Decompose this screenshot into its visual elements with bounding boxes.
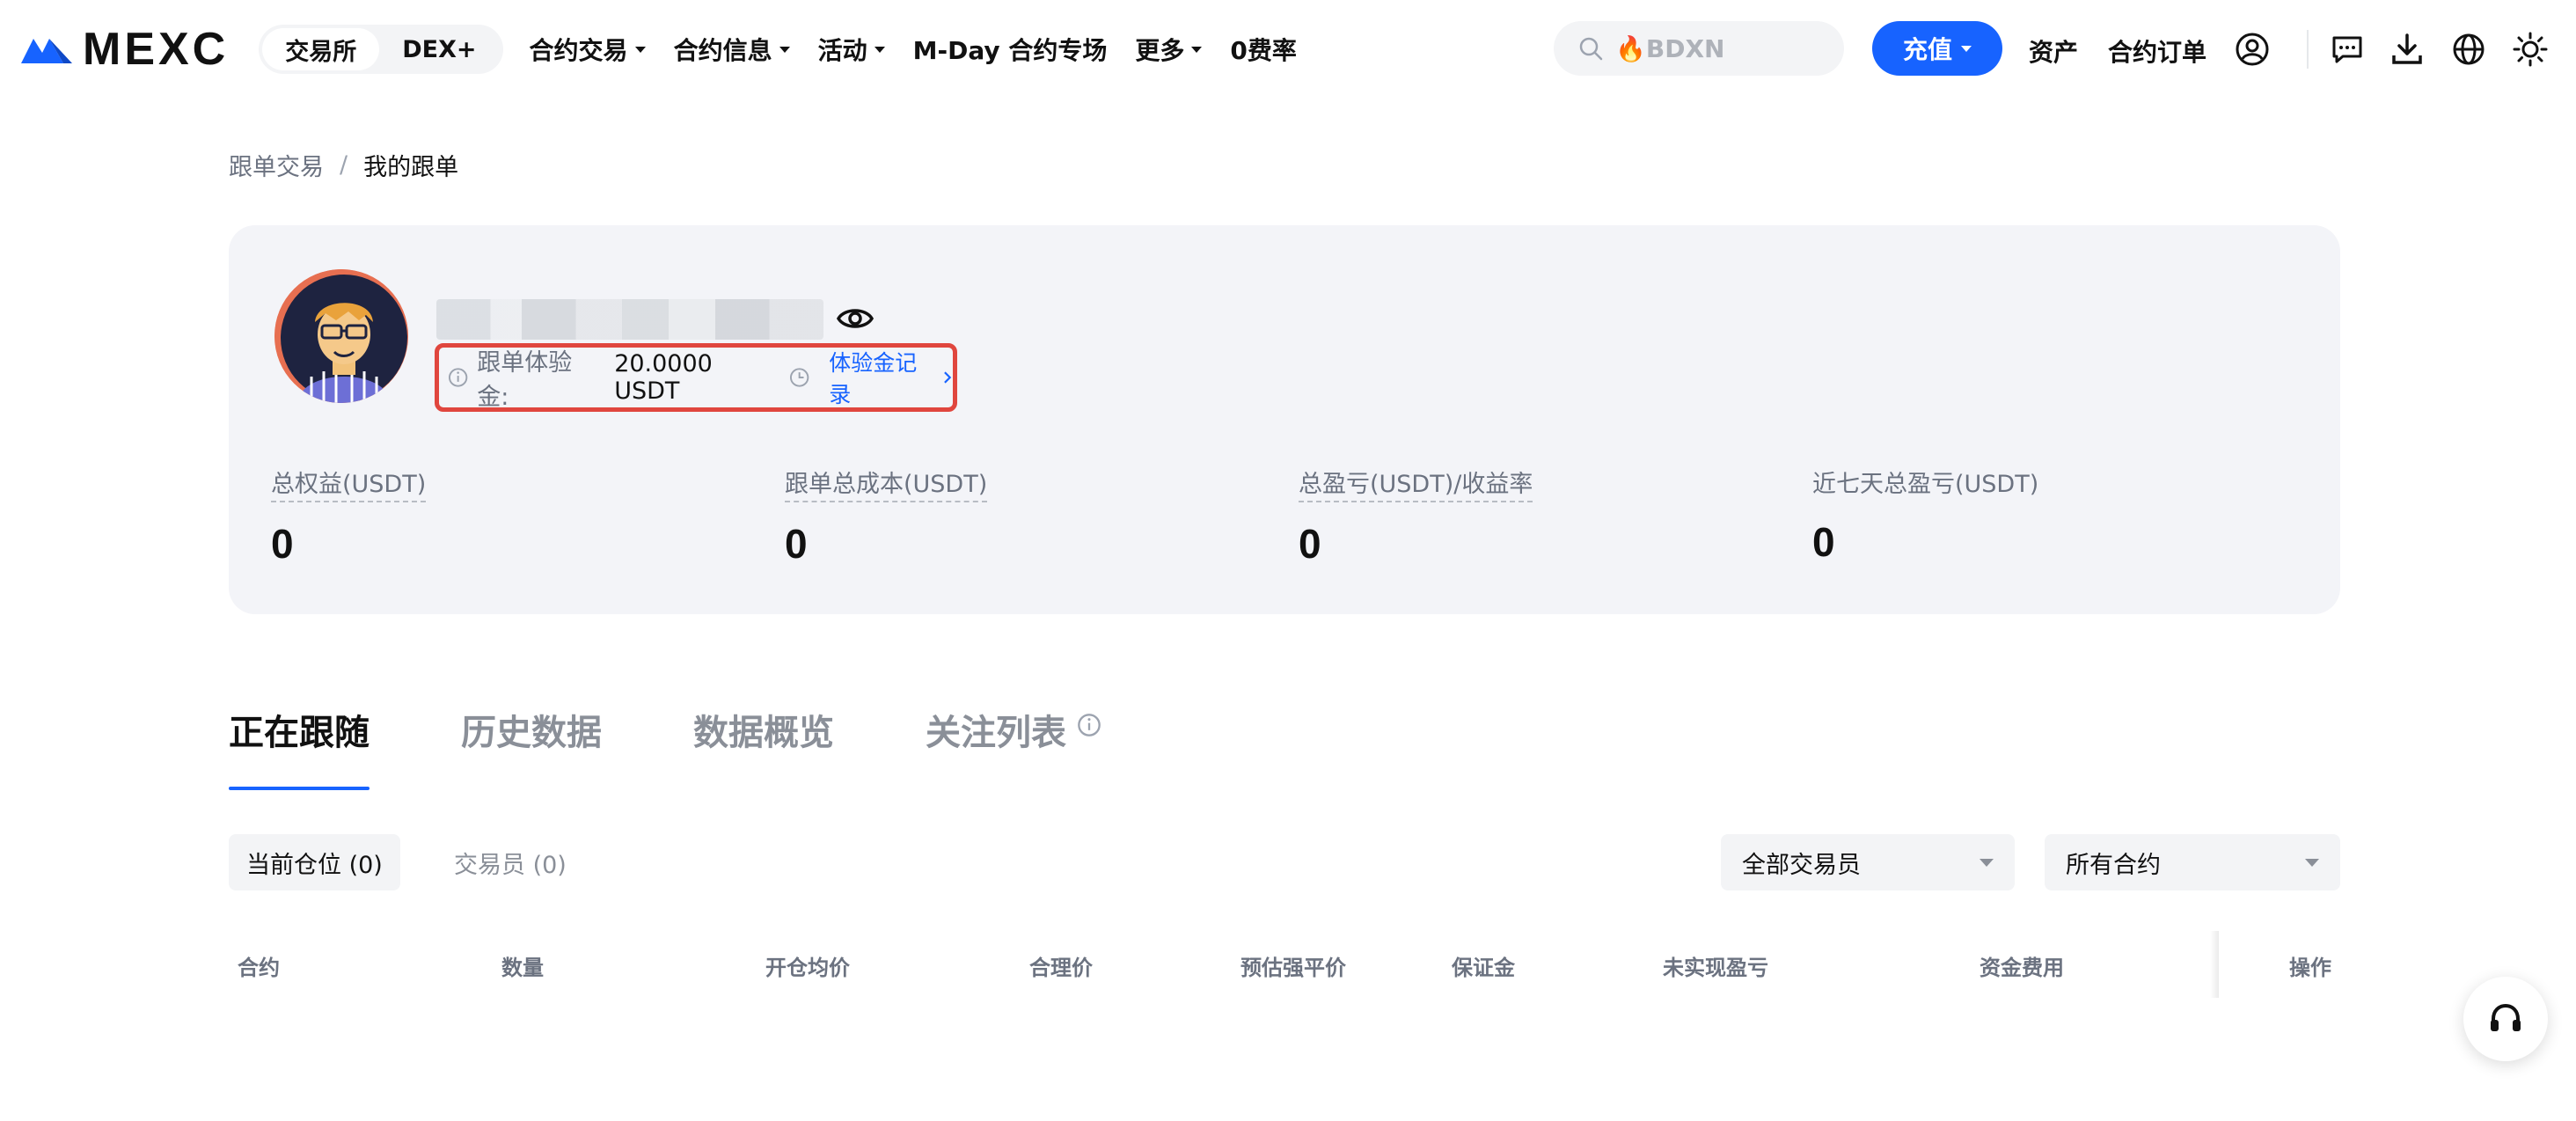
stat-label[interactable]: 跟单总成本(USDT) [785,465,988,502]
select-value: 所有合约 [2066,851,2161,879]
caret-down-icon [874,46,885,53]
futures-orders-link[interactable]: 合约订单 [2108,33,2206,69]
segment-exchange[interactable]: 交易所 [262,28,380,70]
breadcrumb-separator: / [340,151,348,179]
user-icon[interactable] [2235,32,2270,67]
stat-label[interactable]: 总盈亏(USDT)/收益率 [1299,465,1533,502]
sticky-column-shadow [2210,931,2219,998]
stat-value: 0 [785,521,808,567]
tab-following[interactable]: 正在跟随 [229,704,370,792]
stat-label[interactable]: 总权益(USDT) [271,465,427,502]
caret-down-icon [779,46,790,53]
info-icon[interactable] [1077,713,1101,737]
breadcrumb-my-copy: 我的跟单 [363,154,459,181]
eye-icon[interactable] [836,299,875,341]
masked-username [436,299,823,340]
nav-divider [2307,30,2309,69]
column-actions: 操作 [2289,956,2331,980]
info-icon[interactable] [448,367,468,388]
download-icon[interactable] [2389,32,2425,67]
trial-fund-records-link[interactable]: 体验金记录 [829,346,953,409]
avatar [274,269,408,403]
menu-futures-info[interactable]: 合约信息 [660,32,804,67]
stat-label: 近七天总盈亏(USDT) [1812,471,2039,498]
trial-fund-label: 跟单体验金: [477,349,573,411]
column-margin: 保证金 [1452,956,1515,980]
menu-label: M-Day 合约专场 [912,36,1108,65]
tab-overview[interactable]: 数据概览 [693,704,834,792]
select-value: 全部交易员 [1742,851,1861,879]
column-quantity: 数量 [501,956,544,980]
caret-down-icon [1961,45,1972,52]
stat-total-equity: 总权益(USDT) 0 [271,465,427,568]
menu-label: 活动 [817,36,867,65]
subtab-current-positions[interactable]: 当前仓位 (0) [229,834,400,890]
menu-more[interactable]: 更多 [1121,32,1216,67]
account-stats: 总权益(USDT) 0 跟单总成本(USDT) 0 总盈亏(USDT)/收益率 … [271,465,2338,588]
stat-7day-pnl: 近七天总盈亏(USDT) 0 [1812,465,2038,566]
stat-value: 0 [1812,519,1835,565]
column-fair-price: 合理价 [1029,956,1093,980]
caret-down-icon [1980,858,1994,867]
customer-support-button[interactable] [2463,977,2548,1061]
column-unrealized-pnl: 未实现盈亏 [1663,956,1768,980]
tab-history[interactable]: 历史数据 [461,704,602,792]
tab-watchlist[interactable]: 关注列表 [926,704,1101,792]
deposit-button[interactable]: 充值 [1872,21,2002,76]
mexc-logo-mark-icon [21,39,72,63]
column-funding-fee: 资金费用 [1980,956,2064,980]
exchange-switch: 交易所 DEX+ [259,25,503,74]
deposit-label: 充值 [1902,35,1952,64]
stat-total-cost: 跟单总成本(USDT) 0 [785,465,988,568]
breadcrumb-copy-trading[interactable]: 跟单交易 [229,148,324,182]
column-entry-price: 开仓均价 [765,956,850,980]
headset-icon [2491,1003,2521,1031]
sun-icon[interactable] [2513,32,2548,67]
positions-table-header: 合约 数量 开仓均价 合理价 预估强平价 保证金 未实现盈亏 资金费用 操作 [229,933,2340,994]
trial-link-label: 体验金记录 [829,350,918,407]
assets-link[interactable]: 资产 [2029,33,2078,69]
menu-mday[interactable]: M-Day 合约专场 [899,32,1122,67]
search-input[interactable] [1615,33,1791,63]
search-icon [1579,37,1603,61]
traders-filter-select[interactable]: 全部交易员 [1721,834,2015,890]
caret-down-icon [2305,858,2319,867]
chevron-right-icon [944,371,952,384]
breadcrumb: 跟单交易 / 我的跟单 [229,148,458,182]
menu-label: 合约信息 [673,36,772,65]
tab-label: 关注列表 [926,713,1066,753]
search-box[interactable] [1554,21,1844,76]
main-menu: 合约交易 合约信息 活动 M-Day 合约专场 更多 0费率 [516,32,1311,67]
caret-down-icon [1191,46,1203,53]
globe-icon[interactable] [2451,32,2486,67]
profile-card: 跟单体验金: 20.0000 USDT 体验金记录 总权益(USDT) 0 跟单… [229,225,2340,614]
trial-fund-highlight: 跟单体验金: 20.0000 USDT 体验金记录 [435,343,957,412]
stat-value: 0 [271,521,294,567]
subtab-traders[interactable]: 交易员 (0) [436,834,584,890]
mexc-logo[interactable]: MEXC [19,0,229,99]
brand-name: MEXC [83,24,230,75]
clock-icon[interactable] [789,367,809,388]
menu-label: 合约交易 [529,36,628,65]
copy-tabs: 正在跟随 历史数据 数据概览 关注列表 [229,704,1101,792]
stat-value: 0 [1299,521,1321,567]
column-contract: 合约 [238,956,280,980]
menu-futures-trading[interactable]: 合约交易 [516,32,660,67]
caret-down-icon [634,46,646,53]
message-icon[interactable] [2330,32,2365,67]
menu-label: 0费率 [1230,36,1297,65]
menu-events[interactable]: 活动 [804,32,899,67]
trial-fund-value: 20.0000 USDT [614,350,713,405]
stat-total-pnl: 总盈亏(USDT)/收益率 0 [1299,465,1533,568]
contracts-filter-select[interactable]: 所有合约 [2045,834,2340,890]
menu-zero-fee[interactable]: 0费率 [1216,32,1310,67]
column-liquidation-price: 预估强平价 [1240,956,1346,980]
menu-label: 更多 [1135,36,1185,65]
segment-dex[interactable]: DEX+ [379,28,499,70]
